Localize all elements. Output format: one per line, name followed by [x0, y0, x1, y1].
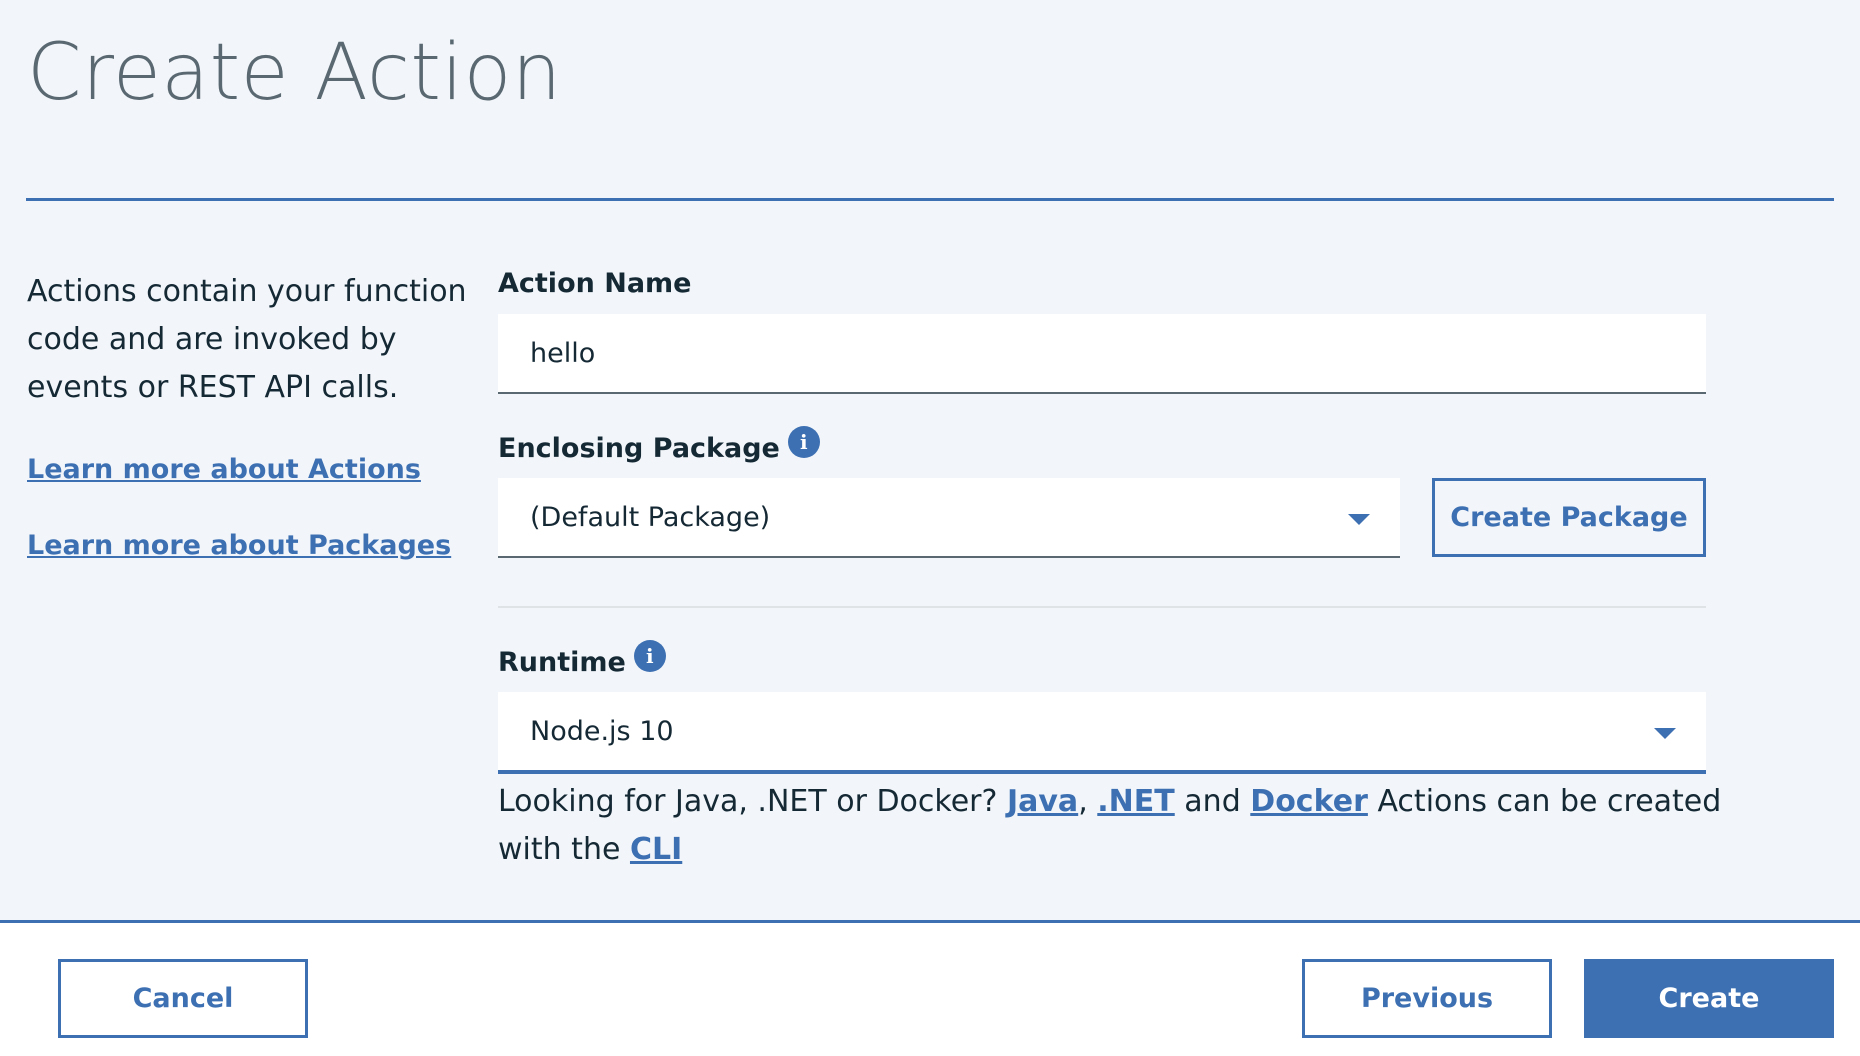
docker-link[interactable]: Docker [1250, 784, 1368, 819]
info-icon[interactable]: i [633, 640, 666, 672]
caret-down-icon [1348, 514, 1370, 525]
caret-down-icon [1654, 728, 1676, 739]
action-name-value: hello [530, 337, 596, 369]
info-icon[interactable]: i [787, 426, 820, 458]
learn-more-actions-link[interactable]: Learn more about Actions [27, 454, 421, 485]
runtime-label-text: Runtime [498, 646, 626, 678]
enclosing-package-label-text: Enclosing Package [498, 432, 780, 464]
runtime-label: Runtime i [498, 640, 666, 678]
create-button[interactable]: Create [1584, 959, 1834, 1038]
dotnet-link[interactable]: .NET [1097, 784, 1174, 819]
footer-bar: Cancel Previous Create [0, 920, 1860, 1056]
enclosing-package-label: Enclosing Package i [498, 426, 820, 464]
action-description: Actions contain your function code and a… [27, 274, 467, 405]
title-divider [26, 198, 1834, 201]
java-link[interactable]: Java [1007, 784, 1078, 819]
previous-button[interactable]: Previous [1302, 959, 1552, 1038]
runtime-select[interactable]: Node.js 10 [498, 692, 1706, 774]
section-divider [498, 606, 1706, 608]
runtime-hint: Looking for Java, .NET or Docker? Java, … [498, 778, 1758, 874]
action-name-label-text: Action Name [498, 268, 692, 299]
create-package-button[interactable]: Create Package [1432, 478, 1706, 557]
hint-prefix: Looking for Java, .NET or Docker? [498, 784, 998, 819]
enclosing-package-selected: (Default Package) [530, 501, 771, 533]
learn-more-packages-link[interactable]: Learn more about Packages [27, 530, 451, 561]
hint-comma: , [1078, 784, 1088, 819]
page-title: Create Action [27, 28, 562, 118]
hint-and: and [1184, 784, 1241, 819]
action-name-input[interactable]: hello [498, 314, 1706, 394]
enclosing-package-select[interactable]: (Default Package) [498, 478, 1400, 558]
cancel-button[interactable]: Cancel [58, 959, 308, 1038]
cli-link[interactable]: CLI [630, 832, 682, 867]
create-action-page: Create Action Actions contain your funct… [0, 0, 1860, 1056]
action-name-label: Action Name [498, 268, 692, 299]
runtime-selected: Node.js 10 [530, 715, 674, 747]
